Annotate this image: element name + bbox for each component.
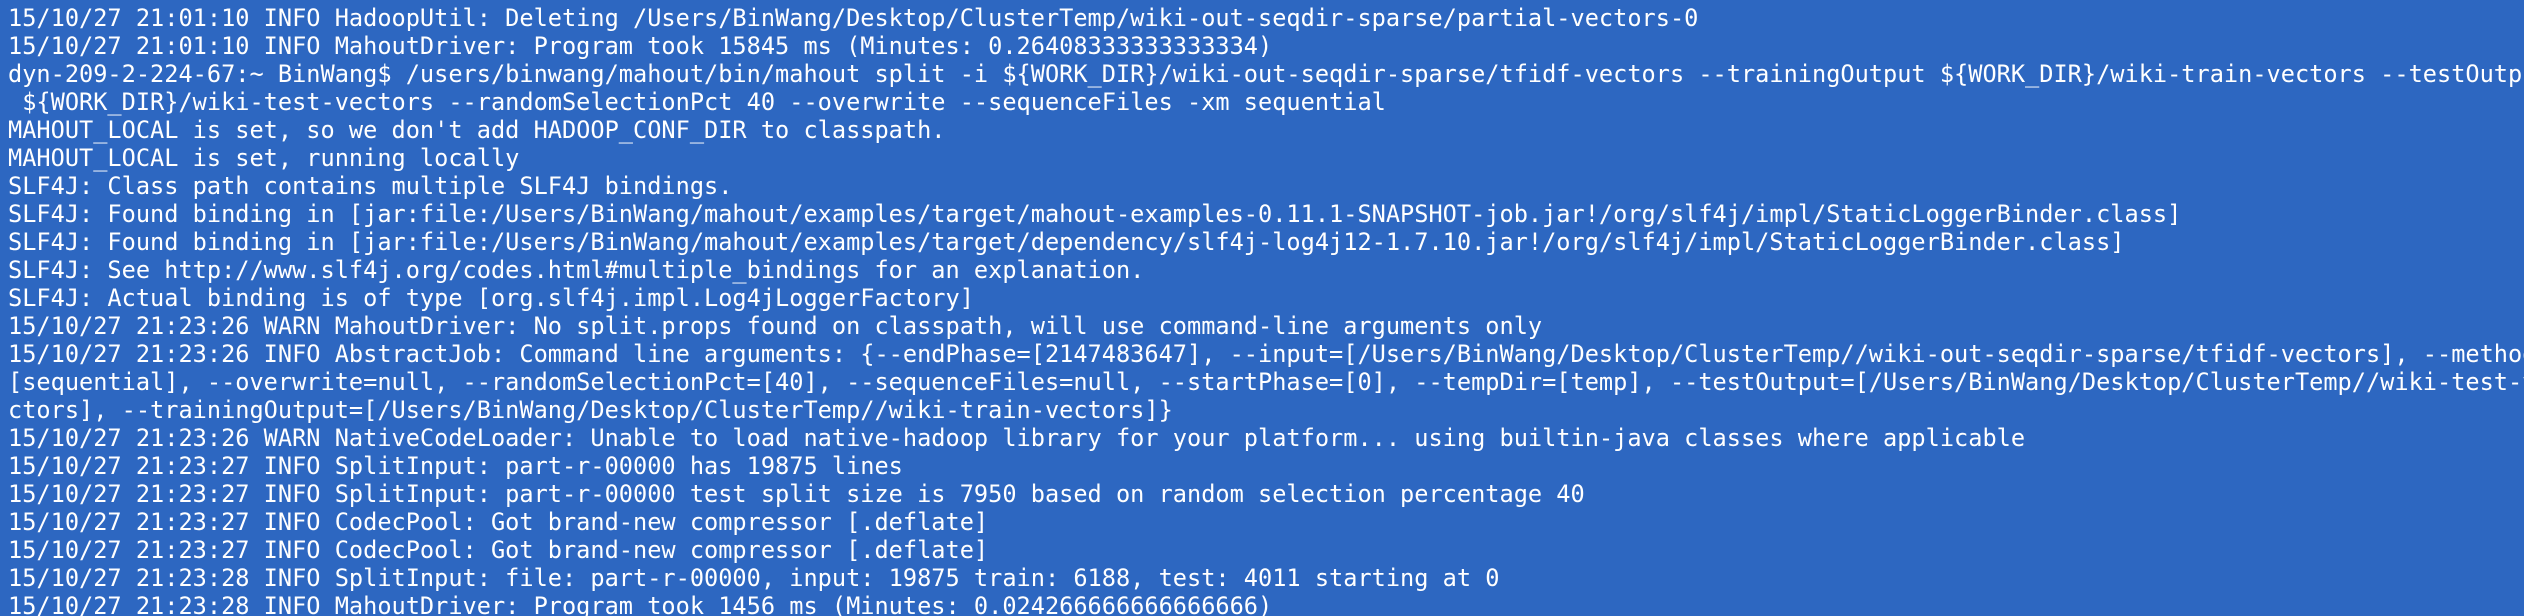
terminal-line: MAHOUT_LOCAL is set, running locally bbox=[8, 144, 520, 172]
terminal-command-line-continued: ${WORK_DIR}/wiki-test-vectors --randomSe… bbox=[8, 88, 1386, 116]
terminal-line: SLF4J: Found binding in [jar:file:/Users… bbox=[8, 200, 2182, 228]
terminal-line: 15/10/27 21:23:27 INFO SplitInput: part-… bbox=[8, 452, 903, 480]
terminal-line: 15/10/27 21:23:26 WARN NativeCodeLoader:… bbox=[8, 424, 2026, 452]
terminal-line: 15/10/27 21:23:28 INFO MahoutDriver: Pro… bbox=[8, 592, 1273, 616]
terminal-line: SLF4J: Class path contains multiple SLF4… bbox=[8, 172, 733, 200]
terminal-line: SLF4J: Actual binding is of type [org.sl… bbox=[8, 284, 974, 312]
terminal-output[interactable]: 15/10/27 21:01:10 INFO HadoopUtil: Delet… bbox=[0, 0, 2524, 616]
terminal-line: SLF4J: Found binding in [jar:file:/Users… bbox=[8, 228, 2125, 256]
terminal-line: 15/10/27 21:23:26 WARN MahoutDriver: No … bbox=[8, 312, 1543, 340]
terminal-line: 15/10/27 21:23:26 INFO AbstractJob: Comm… bbox=[8, 340, 2524, 368]
terminal-line: 15/10/27 21:23:27 INFO CodecPool: Got br… bbox=[8, 536, 989, 564]
terminal-line: 15/10/27 21:23:27 INFO CodecPool: Got br… bbox=[8, 508, 989, 536]
terminal-line: SLF4J: See http://www.slf4j.org/codes.ht… bbox=[8, 256, 1145, 284]
terminal-line: 15/10/27 21:23:28 INFO SplitInput: file:… bbox=[8, 564, 1500, 592]
terminal-line: 15/10/27 21:01:10 INFO HadoopUtil: Delet… bbox=[8, 4, 1699, 32]
terminal-line: MAHOUT_LOCAL is set, so we don't add HAD… bbox=[8, 116, 946, 144]
terminal-command-line: dyn-209-2-224-67:~ BinWang$ /users/binwa… bbox=[8, 60, 2524, 88]
terminal-line: ctors], --trainingOutput=[/Users/BinWang… bbox=[8, 396, 1173, 424]
terminal-line: [sequential], --overwrite=null, --random… bbox=[8, 368, 2524, 396]
terminal-line: 15/10/27 21:23:27 INFO SplitInput: part-… bbox=[8, 480, 1585, 508]
terminal-line: 15/10/27 21:01:10 INFO MahoutDriver: Pro… bbox=[8, 32, 1273, 60]
